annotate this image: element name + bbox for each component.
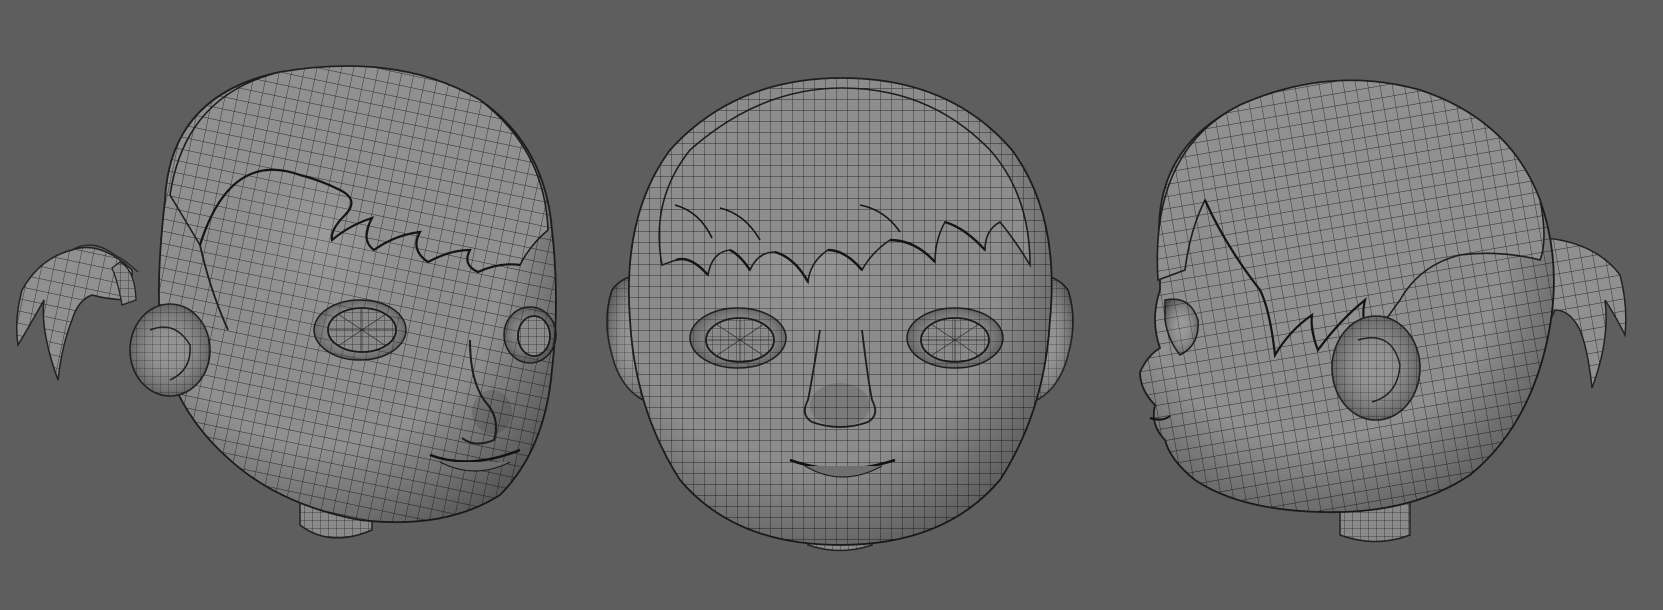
ear-mesh <box>129 303 211 397</box>
ponytail-mesh <box>15 244 139 381</box>
ear-mesh <box>1331 315 1421 421</box>
left-eye <box>689 307 787 369</box>
scene-canvas[interactable] <box>0 0 1663 610</box>
head-front-view[interactable] <box>606 77 1074 552</box>
head-three-quarter-view[interactable] <box>15 65 557 539</box>
right-eye <box>503 306 557 364</box>
3d-viewport[interactable] <box>0 0 1663 610</box>
left-eye <box>313 299 407 361</box>
right-eye <box>906 307 1004 369</box>
head-side-view[interactable] <box>1139 79 1627 543</box>
